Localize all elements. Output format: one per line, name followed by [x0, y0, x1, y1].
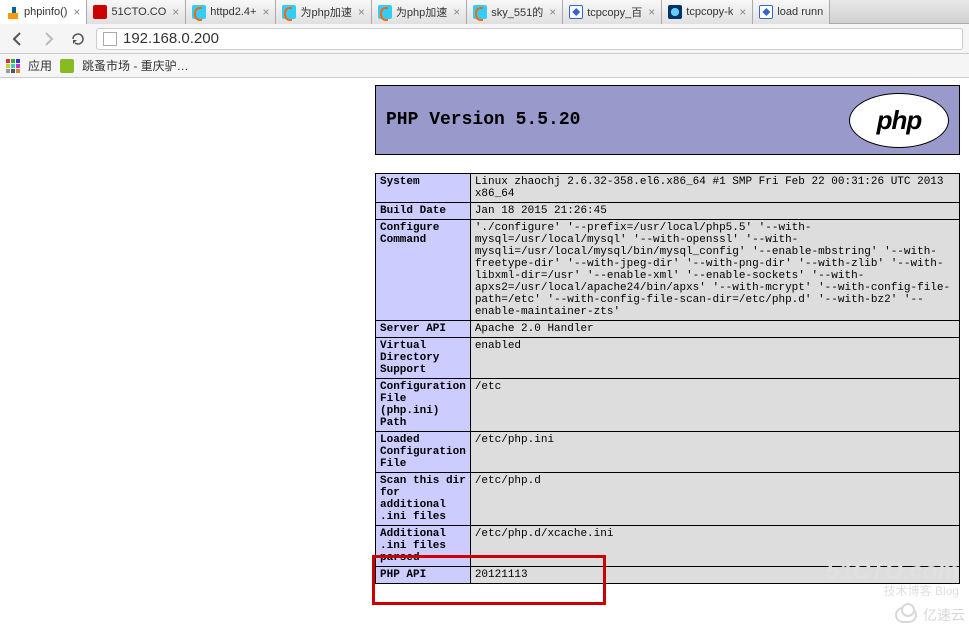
info-value: Apache 2.0 Handler — [470, 321, 959, 338]
info-value: /etc/php.ini — [470, 432, 959, 473]
watermark-brand: 亿速云 — [923, 605, 965, 625]
tab-2[interactable]: httpd2.4+ × — [186, 0, 276, 24]
tab-label: httpd2.4+ — [210, 6, 256, 18]
url-text: 192.168.0.200 — [123, 30, 219, 47]
php-logo-text: php — [877, 105, 922, 136]
address-input[interactable]: 192.168.0.200 — [96, 28, 963, 50]
baidu-icon — [759, 5, 773, 19]
table-row: Build DateJan 18 2015 21:26:45 — [376, 203, 960, 220]
tab-4[interactable]: 为php加速 × — [372, 0, 467, 24]
close-icon[interactable]: × — [262, 5, 269, 19]
tab-7[interactable]: tcpcopy-k × — [662, 0, 753, 24]
bookmark-item[interactable]: 跳蚤市场 - 重庆驴… — [82, 57, 189, 74]
tab-label: load runn — [777, 6, 823, 18]
table-row: Virtual Directory Supportenabled — [376, 338, 960, 379]
tab-label: phpinfo() — [24, 6, 67, 18]
phpinfo-header: PHP Version 5.5.20 php — [375, 85, 960, 155]
table-row: Additional .ini files parsed/etc/php.d/x… — [376, 526, 960, 567]
tab-label: tcpcopy-k — [686, 6, 733, 18]
tab-6[interactable]: tcpcopy_百 × — [563, 0, 662, 24]
table-row: Scan this dir for additional .ini files/… — [376, 473, 960, 526]
baidu-icon — [569, 5, 583, 19]
close-icon[interactable]: × — [358, 5, 365, 19]
info-key: Build Date — [376, 203, 471, 220]
info-value: Linux zhaochj 2.6.32-358.el6.x86_64 #1 S… — [470, 174, 959, 203]
info-key: Loaded Configuration File — [376, 432, 471, 473]
bookmark-icon — [60, 59, 74, 73]
firefox-icon — [378, 5, 392, 19]
info-key: System — [376, 174, 471, 203]
tab-1[interactable]: 51CTO.CO × — [87, 0, 186, 24]
apps-icon[interactable] — [6, 59, 20, 73]
firefox-icon — [282, 5, 296, 19]
tab-label: 为php加速 — [396, 4, 447, 20]
close-icon[interactable]: × — [73, 5, 80, 19]
info-key: Server API — [376, 321, 471, 338]
info-key: Additional .ini files parsed — [376, 526, 471, 567]
reload-button[interactable] — [66, 28, 90, 50]
info-value: /etc — [470, 379, 959, 432]
info-key: Virtual Directory Support — [376, 338, 471, 379]
table-row: Configuration File (php.ini) Path/etc — [376, 379, 960, 432]
table-row: SystemLinux zhaochj 2.6.32-358.el6.x86_6… — [376, 174, 960, 203]
tab-8[interactable]: load runn — [753, 0, 830, 24]
close-icon[interactable]: × — [648, 5, 655, 19]
info-value: /etc/php.d/xcache.ini — [470, 526, 959, 567]
forward-button[interactable] — [36, 28, 60, 50]
tab-0[interactable]: phpinfo() × — [0, 0, 87, 24]
pma-icon — [6, 5, 20, 19]
table-row: Server APIApache 2.0 Handler — [376, 321, 960, 338]
info-value: /etc/php.d — [470, 473, 959, 526]
close-icon[interactable]: × — [549, 5, 556, 19]
table-row: Configure Command'./configure' '--prefix… — [376, 220, 960, 321]
info-key: Scan this dir for additional .ini files — [376, 473, 471, 526]
info-value: Jan 18 2015 21:26:45 — [470, 203, 959, 220]
phpinfo-table: SystemLinux zhaochj 2.6.32-358.el6.x86_6… — [375, 173, 960, 584]
site-icon — [668, 5, 682, 19]
info-key: Configuration File (php.ini) Path — [376, 379, 471, 432]
table-row: Loaded Configuration File/etc/php.ini — [376, 432, 960, 473]
tab-label: 51CTO.CO — [111, 6, 166, 18]
51cto-icon — [93, 5, 107, 19]
close-icon[interactable]: × — [739, 5, 746, 19]
cloud-icon — [895, 607, 917, 623]
info-key: PHP API — [376, 567, 471, 584]
tab-label: 为php加速 — [300, 4, 351, 20]
table-row: PHP API20121113 — [376, 567, 960, 584]
tab-3[interactable]: 为php加速 × — [276, 0, 371, 24]
page-icon — [103, 32, 117, 46]
watermark-51cto-sub: 技术博客 Blog — [884, 582, 959, 599]
php-logo: php — [849, 93, 949, 148]
tab-5[interactable]: sky_551的 × — [467, 0, 563, 24]
info-key: Configure Command — [376, 220, 471, 321]
close-icon[interactable]: × — [172, 5, 179, 19]
tab-label: tcpcopy_百 — [587, 4, 642, 20]
info-value: './configure' '--prefix=/usr/local/php5.… — [470, 220, 959, 321]
firefox-icon — [473, 5, 487, 19]
php-version-title: PHP Version 5.5.20 — [386, 110, 580, 130]
apps-label[interactable]: 应用 — [28, 57, 52, 74]
page-content: PHP Version 5.5.20 php SystemLinux zhaoc… — [375, 85, 960, 584]
info-value: 20121113 — [470, 567, 959, 584]
info-value: enabled — [470, 338, 959, 379]
watermark-yisu: 亿速云 — [895, 605, 965, 625]
firefox-icon — [192, 5, 206, 19]
close-icon[interactable]: × — [453, 5, 460, 19]
back-button[interactable] — [6, 28, 30, 50]
bookmarks-bar: 应用 跳蚤市场 - 重庆驴… — [0, 54, 969, 78]
browser-tabstrip: phpinfo()× 51CTO.CO× httpd2.4+× 为php加速× … — [0, 0, 969, 24]
url-bar: 192.168.0.200 — [0, 24, 969, 54]
tab-label: sky_551的 — [491, 4, 543, 20]
